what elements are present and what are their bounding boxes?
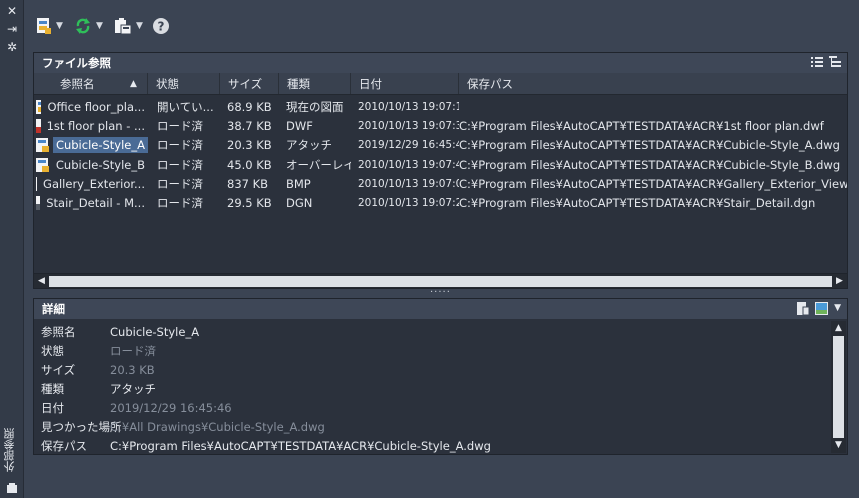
palette-title-strip: ✕ ⇥ ✲ 外部参照	[0, 0, 24, 498]
current-drawing-icon	[36, 99, 42, 114]
details-title: 詳細	[42, 302, 65, 316]
detail-row: 種類 アタッチ	[41, 381, 156, 396]
table-row[interactable]: Office floor_pla... 開いてい... 68.9 KB 現在の図…	[34, 97, 847, 116]
details-header: 詳細 ▼	[34, 299, 847, 319]
column-header-status[interactable]: 状態	[148, 73, 220, 94]
xref-icon	[7, 483, 17, 493]
dgn-file-icon	[36, 196, 41, 211]
help-button[interactable]: ?	[152, 16, 170, 36]
file-references-header: ファイル参照	[34, 53, 847, 73]
column-header-path[interactable]: 保存パス	[459, 73, 847, 94]
details-list: 参照名 Cubicle-Style_A 状態 ロード済 サイズ 20.3 KB …	[34, 319, 847, 455]
tree-view-icon[interactable]	[829, 56, 841, 68]
vertical-scrollbar[interactable]: ▲ ▼	[831, 321, 846, 453]
detail-row: 日付 2019/12/29 16:45:46	[41, 400, 232, 415]
dwf-file-icon	[36, 118, 41, 133]
attach-dwg-icon	[37, 18, 51, 34]
detail-row: 見つかった場所 C:¥All Drawings¥Cubicle-Style_A.…	[41, 419, 325, 434]
scroll-up-icon[interactable]: ▲	[831, 321, 846, 336]
autohide-icon[interactable]: ⇥	[5, 22, 19, 36]
details-panel: 詳細 ▼ 参照名 Cubicle-Style_A 状態 ロード済 サイズ 20.…	[33, 298, 848, 455]
gear-icon[interactable]: ✲	[5, 40, 19, 54]
scroll-down-icon[interactable]: ▼	[831, 438, 846, 453]
list-view-icon[interactable]	[811, 56, 823, 68]
chevron-down-icon[interactable]: ▼	[96, 21, 103, 31]
scroll-left-icon[interactable]: ◀	[34, 274, 49, 289]
chevron-down-icon[interactable]: ▼	[136, 21, 143, 31]
detail-row: サイズ 20.3 KB	[41, 362, 155, 377]
table-row[interactable]: Cubicle-Style_B ロード済 45.0 KB オーバーレイ 2010…	[34, 155, 847, 174]
detail-row: 参照名 Cubicle-Style_A	[41, 324, 200, 339]
palette-title: 外部参照	[3, 428, 16, 472]
preview-icon[interactable]	[815, 302, 829, 315]
file-table-header: 参照名 ▲ 状態 サイズ 種類 日付 保存パス	[34, 73, 847, 95]
column-header-name[interactable]: 参照名 ▲	[34, 73, 148, 94]
help-icon: ?	[153, 18, 169, 34]
chevron-down-icon[interactable]: ▼	[56, 21, 63, 31]
table-row[interactable]: Cubicle-Style_A ロード済 20.3 KB アタッチ 2019/1…	[34, 136, 847, 155]
scroll-right-icon[interactable]: ▶	[832, 274, 847, 289]
svg-text:?: ?	[158, 20, 165, 34]
file-table-body: Office floor_pla... 開いてい... 68.9 KB 現在の図…	[34, 95, 847, 213]
horizontal-scrollbar[interactable]: ◀ ▶	[34, 273, 847, 288]
scroll-thumb[interactable]	[833, 336, 844, 438]
table-row[interactable]: Stair_Detail - M... ロード済 29.5 KB DGN 201…	[34, 193, 847, 212]
column-header-type[interactable]: 種類	[279, 73, 351, 94]
splitter-grip[interactable]: ·····	[430, 288, 450, 298]
chevron-down-icon[interactable]: ▼	[834, 302, 841, 315]
image-file-icon	[36, 176, 38, 191]
close-icon[interactable]: ✕	[5, 4, 19, 18]
refresh-icon	[76, 18, 90, 34]
column-header-size[interactable]: サイズ	[220, 73, 279, 94]
detail-row: 状態 ロード済	[41, 343, 156, 358]
details-icon[interactable]	[797, 302, 810, 315]
table-row[interactable]: 1st floor plan - ... ロード済 38.7 KB DWF 20…	[34, 116, 847, 135]
toolbar: ▼ ▼ ▼ ?	[24, 0, 859, 50]
refresh-button[interactable]: ▼	[74, 16, 103, 36]
dwg-overlay-icon	[36, 157, 49, 172]
change-path-button[interactable]: ▼	[114, 16, 143, 36]
column-header-date[interactable]: 日付	[351, 73, 459, 94]
scroll-thumb[interactable]	[49, 276, 832, 287]
attach-button[interactable]: ▼	[36, 16, 63, 36]
dwg-attach-icon	[36, 138, 49, 153]
file-references-panel: ファイル参照 参照名 ▲ 状態 サイズ 種類 日付 保存パス Office fl…	[33, 52, 848, 289]
file-references-title: ファイル参照	[42, 56, 111, 70]
sort-ascending-icon: ▲	[130, 79, 137, 89]
detail-row: 保存パス C:¥Program Files¥AutoCAPT¥TESTDATA¥…	[41, 438, 491, 453]
table-row[interactable]: Gallery_Exterior... ロード済 837 KB BMP 2010…	[34, 174, 847, 193]
change-path-icon	[115, 18, 132, 35]
